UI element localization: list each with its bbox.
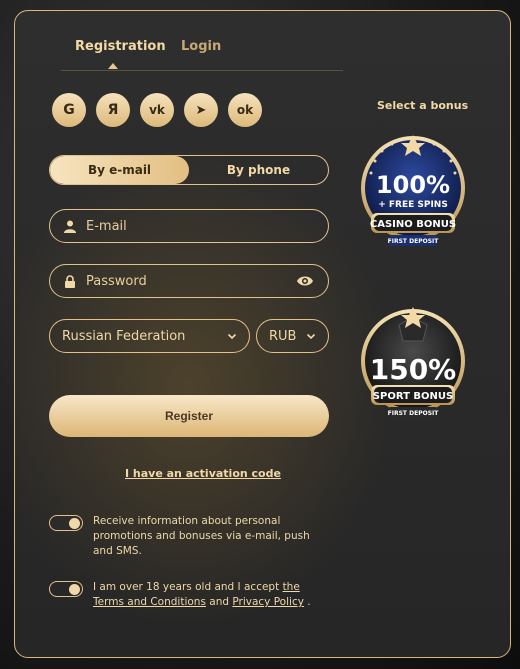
yandex-login-button[interactable]: Я — [96, 93, 130, 127]
promo-consent-row: Receive information about personal promo… — [49, 514, 329, 559]
currency-select[interactable]: RUB — [256, 319, 329, 353]
privacy-policy-link[interactable]: Privacy Policy — [232, 596, 304, 608]
terms-consent-row: I am over 18 years old and I accept the … — [49, 580, 329, 610]
mode-email-button[interactable]: By e-mail — [50, 156, 189, 184]
vk-icon: vk — [149, 103, 165, 117]
registration-modal: Registration Login G Я vk ➤ ok By e-mail… — [14, 10, 511, 658]
select-bonus-title: Select a bonus — [377, 99, 469, 112]
casino-bonus-amount: 100% — [376, 171, 450, 199]
mode-phone-button[interactable]: By phone — [189, 156, 328, 184]
casino-bonus-badge[interactable]: 100% + FREE SPINS CASINO BONUS FIRST DEP… — [351, 133, 475, 255]
casino-first-deposit: FIRST DEPOSIT — [388, 238, 440, 245]
sport-bonus-amount: 150% — [370, 353, 457, 386]
yandex-icon: Я — [107, 102, 119, 118]
tab-login[interactable]: Login — [181, 39, 221, 54]
google-login-button[interactable]: G — [52, 93, 86, 127]
password-field — [49, 264, 329, 298]
sport-first-deposit: FIRST DEPOSIT — [388, 410, 440, 417]
promo-consent-text: Receive information about personal promo… — [93, 515, 310, 557]
country-select[interactable]: Russian Federation — [49, 319, 250, 353]
country-value: Russian Federation — [62, 328, 186, 344]
telegram-login-button[interactable]: ➤ — [184, 93, 218, 127]
casino-free-spins: + FREE SPINS — [378, 200, 448, 210]
user-icon — [64, 220, 76, 233]
email-field — [49, 209, 329, 243]
auth-tabs: Registration Login — [61, 39, 343, 71]
tab-registration[interactable]: Registration — [75, 39, 166, 54]
terms-consent-text: I am over 18 years old and I accept the … — [93, 581, 311, 608]
sport-bonus-badge[interactable]: 150% SPORT BONUS FIRST DEPOSIT — [351, 303, 475, 425]
promo-consent-toggle[interactable] — [49, 515, 83, 531]
odnoklassniki-login-button[interactable]: ok — [228, 93, 262, 127]
email-input[interactable] — [86, 218, 314, 234]
chevron-down-icon — [306, 333, 316, 340]
active-tab-indicator — [108, 63, 118, 69]
currency-value: RUB — [269, 328, 297, 344]
casino-bonus-label: CASINO BONUS — [370, 219, 456, 230]
activation-code-link[interactable]: I have an activation code — [125, 467, 281, 480]
chevron-down-icon — [227, 333, 237, 340]
lock-icon — [65, 274, 75, 288]
vk-login-button[interactable]: vk — [140, 93, 174, 127]
social-login-buttons: G Я vk ➤ ok — [52, 93, 262, 127]
google-icon: G — [63, 102, 75, 118]
password-input[interactable] — [86, 273, 296, 289]
sport-bonus-label: SPORT BONUS — [373, 391, 453, 402]
registration-method-switch: By e-mail By phone — [49, 155, 329, 185]
telegram-icon: ➤ — [195, 102, 207, 118]
terms-consent-toggle[interactable] — [49, 581, 83, 597]
register-button[interactable]: Register — [49, 395, 329, 437]
odnoklassniki-icon: ok — [236, 103, 254, 117]
show-password-icon[interactable] — [296, 274, 314, 288]
